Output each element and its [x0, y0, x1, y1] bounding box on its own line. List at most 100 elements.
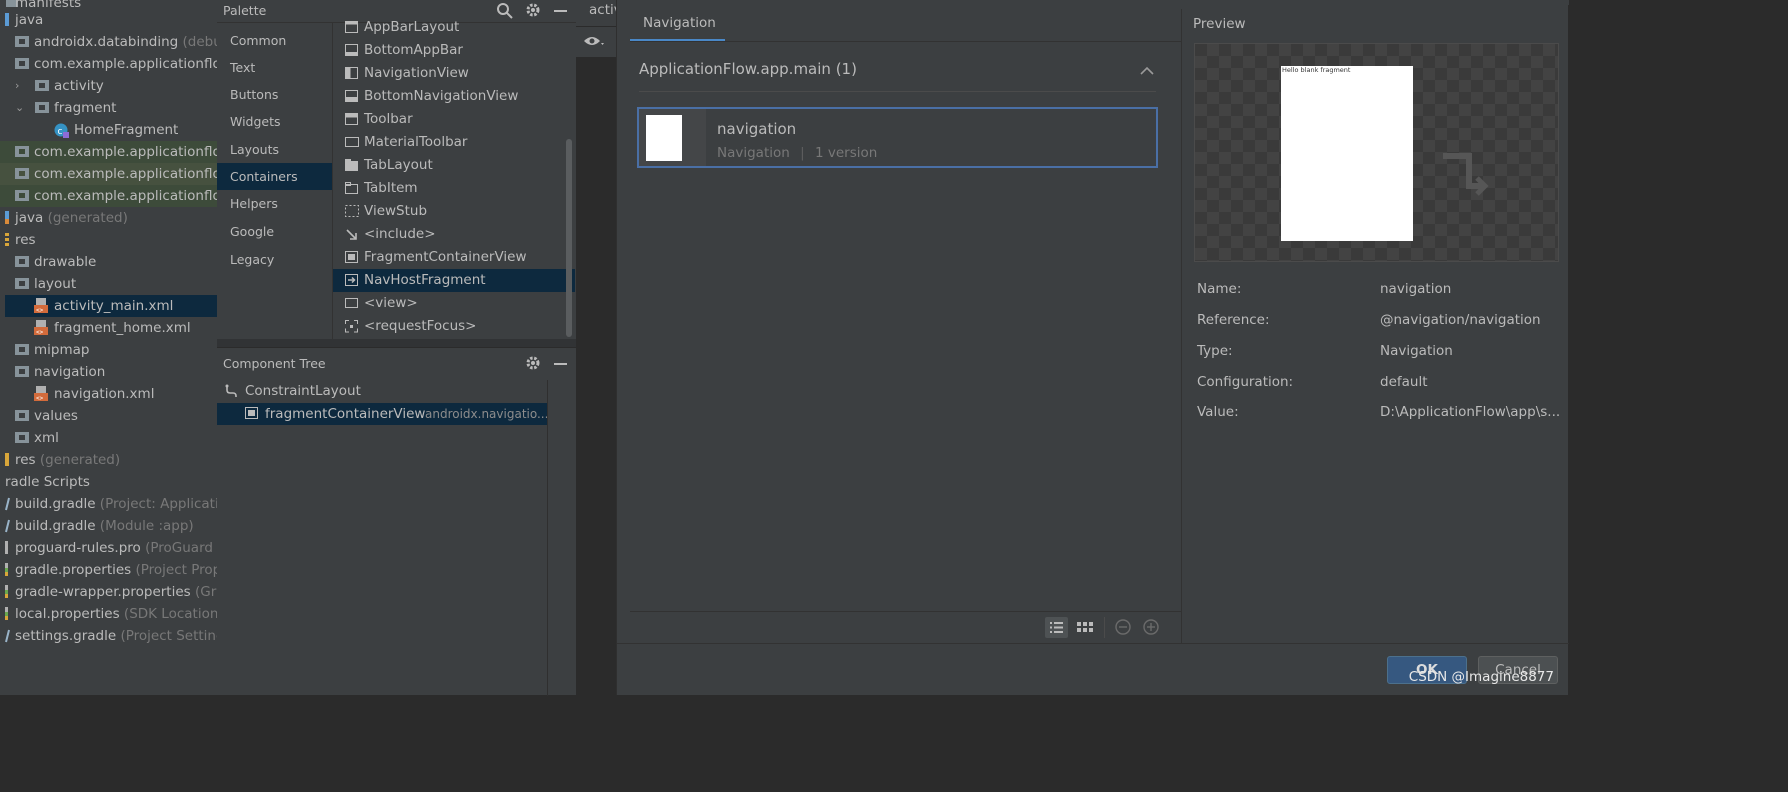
minimize-icon[interactable]: [554, 363, 567, 366]
palette-category-containers[interactable]: Containers: [217, 163, 332, 190]
tree-item-package[interactable]: com.example.applicationflow: [0, 163, 217, 185]
prop-label-reference: Reference:: [1197, 312, 1270, 328]
package-icon: [15, 35, 29, 48]
package-icon: [35, 79, 49, 92]
tree-node-constraintlayout[interactable]: ConstraintLayout: [217, 380, 547, 402]
tree-item-local-properties[interactable]: local.properties (SDK Location): [0, 603, 217, 625]
palette-item-view[interactable]: <view>: [333, 292, 575, 315]
tree-item-homefragment[interactable]: c HomeFragment: [0, 119, 217, 141]
focus-icon: [345, 320, 359, 333]
tree-item-activity-main-xml[interactable]: <> activity_main.xml: [5, 295, 217, 317]
palette-item-bottomappbar[interactable]: BottomAppBar: [333, 39, 575, 62]
palette-category-widgets[interactable]: Widgets: [217, 108, 332, 135]
svg-text:<>: <>: [36, 329, 44, 336]
palette-panel: Palette Common Text Buttons Widgets Layo…: [217, 0, 576, 347]
source-root-icon: [5, 13, 10, 27]
tree-item-package[interactable]: com.example.applicationflow: [0, 185, 217, 207]
bottom-navigation-icon: [345, 90, 359, 103]
palette-category-legacy[interactable]: Legacy: [217, 246, 332, 273]
chevron-down-icon[interactable]: ⌄: [15, 97, 25, 119]
palette-category-google[interactable]: Google: [217, 218, 332, 245]
tree-item-xml[interactable]: xml: [0, 427, 217, 449]
tree-item-settings-gradle[interactable]: settings.gradle (Project Settings): [0, 625, 217, 647]
list-view-icon[interactable]: [1045, 617, 1068, 638]
gear-icon[interactable]: [525, 355, 541, 371]
preview-phone-screen: Hello blank fragment: [1281, 66, 1413, 241]
arrow-down-right-icon: [345, 228, 359, 241]
project-tree-panel: manifests java androidx.databinding (deb…: [0, 0, 217, 695]
palette-scrollbar[interactable]: [566, 139, 572, 337]
palette-item-navigationview[interactable]: NavigationView: [333, 62, 575, 85]
palette-item-viewstub[interactable]: ViewStub: [333, 200, 575, 223]
prop-value-value: D:\ApplicationFlow\app\s...: [1380, 404, 1561, 420]
palette-item-fragmentcontainerview[interactable]: FragmentContainerView: [333, 246, 575, 269]
palette-item-include[interactable]: <include>: [333, 223, 575, 246]
palette-item-tabitem[interactable]: TabItem: [333, 177, 575, 200]
tree-item-activity[interactable]: › activity: [0, 75, 217, 97]
tree-item-res[interactable]: res: [0, 229, 217, 251]
prop-value-type: Navigation: [1380, 343, 1453, 359]
resource-meta: Navigation | 1 version: [717, 145, 878, 161]
properties-file-icon: [5, 607, 11, 621]
navigation-drawer-icon: [345, 67, 359, 80]
svg-text:c: c: [58, 127, 63, 137]
tab-navigation[interactable]: Navigation: [630, 10, 725, 42]
palette-item-navhostfragment[interactable]: NavHostFragment: [333, 269, 575, 292]
chevron-right-icon[interactable]: ›: [15, 75, 25, 97]
text-file-icon: [5, 541, 11, 555]
palette-item-bottomnavigationview[interactable]: BottomNavigationView: [333, 85, 575, 108]
tree-item-res-generated[interactable]: res (generated): [0, 449, 217, 471]
palette-item-requestfocus[interactable]: <requestFocus>: [333, 315, 575, 338]
tree-item-layout[interactable]: layout: [0, 273, 217, 295]
palette-item-toolbar[interactable]: Toolbar: [333, 108, 575, 131]
folder-icon: [15, 431, 29, 444]
navigation-watermark-icon: [1441, 150, 1491, 200]
tree-item-gradle-scripts[interactable]: radle Scripts: [0, 471, 217, 493]
palette-item-materialtoolbar[interactable]: MaterialToolbar: [333, 131, 575, 154]
tree-item-package[interactable]: com.example.applicationflow: [0, 53, 217, 75]
resource-item-navigation[interactable]: navigation Navigation | 1 version: [637, 107, 1158, 168]
package-icon: [15, 57, 29, 70]
tree-item-fragment-home-xml[interactable]: <> fragment_home.xml: [0, 317, 217, 339]
tree-item-gradle-wrapper-properties[interactable]: gradle-wrapper.properties (Gradle): [0, 581, 217, 603]
tab-layout-icon: [345, 159, 359, 172]
tree-item-drawable[interactable]: drawable: [0, 251, 217, 273]
resource-root-icon: [5, 233, 11, 247]
palette-category-buttons[interactable]: Buttons: [217, 81, 332, 108]
palette-category-helpers[interactable]: Helpers: [217, 190, 332, 217]
tree-item-package[interactable]: com.example.applicationflow: [0, 141, 217, 163]
folder-icon: [15, 277, 29, 290]
zoom-out-icon[interactable]: [1115, 619, 1132, 636]
palette-category-layouts[interactable]: Layouts: [217, 136, 332, 163]
tree-item-build-gradle-module[interactable]: build.gradle (Module :app): [0, 515, 217, 537]
minimize-icon[interactable]: [554, 10, 567, 13]
component-tree-header: Component Tree: [217, 353, 576, 375]
tree-item-gradle-properties[interactable]: gradle.properties (Project Properties): [0, 559, 217, 581]
tree-node-fragmentcontainerview[interactable]: fragmentContainerView androidx.navigatio…: [217, 403, 548, 425]
svg-text:<>: <>: [36, 307, 44, 314]
tree-item-values[interactable]: values: [0, 405, 217, 427]
palette-item-tablayout[interactable]: TabLayout: [333, 154, 575, 177]
tree-item-package[interactable]: androidx.databinding (debug): [0, 31, 217, 53]
resource-thumbnail: [639, 109, 706, 166]
folder-icon: [15, 409, 29, 422]
tree-item-mipmap[interactable]: mipmap: [0, 339, 217, 361]
eye-icon[interactable]: [583, 34, 605, 49]
tree-item-java[interactable]: java: [0, 9, 217, 31]
chevron-up-icon[interactable]: [1140, 66, 1154, 75]
tree-item-build-gradle-project[interactable]: build.gradle (Project: ApplicationFlow): [0, 493, 217, 515]
palette-item-appbarlayout[interactable]: AppBarLayout: [333, 16, 575, 39]
palette-category-text[interactable]: Text: [217, 54, 332, 81]
tree-item-navigation-xml[interactable]: <> navigation.xml: [0, 383, 217, 405]
prop-value-configuration: default: [1380, 374, 1428, 390]
palette-category-common[interactable]: Common: [217, 27, 332, 54]
xml-file-icon: <>: [34, 386, 50, 402]
prop-label-name: Name:: [1197, 281, 1242, 297]
tree-item-fragment[interactable]: ⌄ fragment: [0, 97, 217, 119]
zoom-in-icon[interactable]: [1143, 619, 1160, 636]
tree-item-navigation[interactable]: navigation: [0, 361, 217, 383]
tree-item-java-generated[interactable]: java (generated): [0, 207, 217, 229]
fragment-icon: [245, 407, 259, 420]
tree-item-proguard-rules[interactable]: proguard-rules.pro (ProGuard Rules): [0, 537, 217, 559]
grid-view-icon[interactable]: [1076, 621, 1094, 635]
